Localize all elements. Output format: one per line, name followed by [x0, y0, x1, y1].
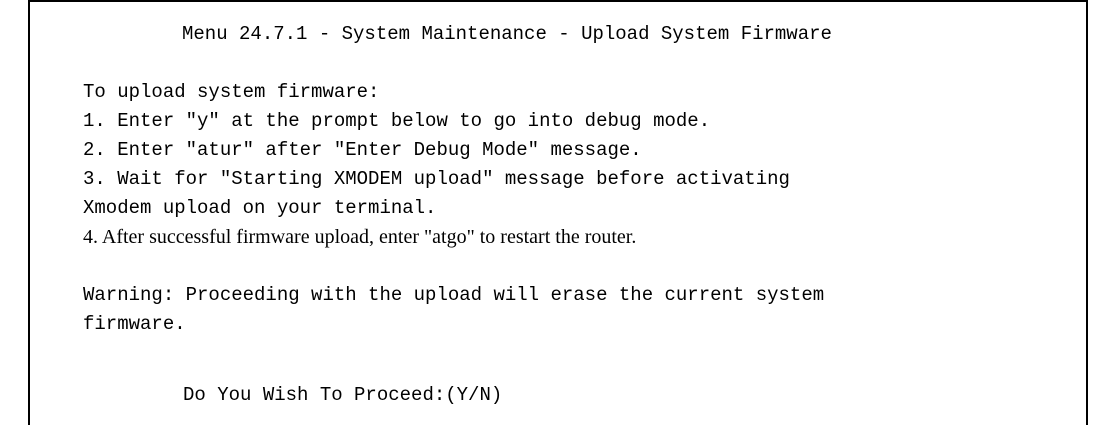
warning-text: Warning: Proceeding with the upload will… — [83, 284, 825, 306]
menu-title: Menu 24.7.1 - System Maintenance - Uploa… — [182, 23, 832, 45]
proceed-prompt[interactable]: Do You Wish To Proceed:(Y/N) — [183, 384, 502, 406]
step-1: 1. Enter "y" at the prompt below to go i… — [83, 110, 711, 132]
intro-text: To upload system firmware: — [83, 81, 380, 103]
terminal-screen: Menu 24.7.1 - System Maintenance - Uploa… — [28, 0, 1088, 425]
step-3: 3. Wait for "Starting XMODEM upload" mes… — [83, 168, 790, 190]
step-3-continued: Xmodem upload on your terminal. — [83, 197, 437, 219]
step-2: 2. Enter "atur" after "Enter Debug Mode"… — [83, 139, 642, 161]
step-4: 4. After successful firmware upload, ent… — [83, 226, 637, 248]
warning-text-continued: firmware. — [83, 313, 186, 335]
